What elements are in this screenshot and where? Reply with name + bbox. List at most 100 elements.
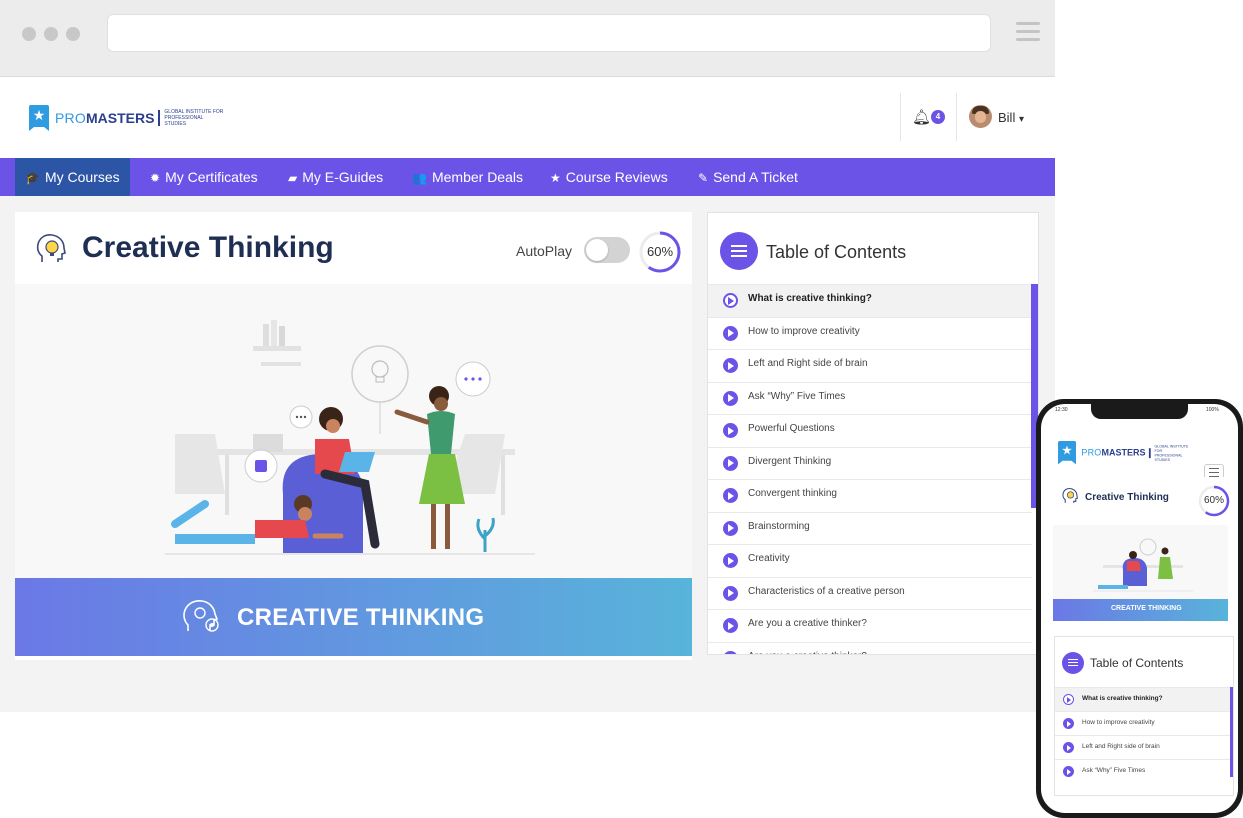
list-icon	[1062, 652, 1084, 674]
phone-header: ★ PRO MASTERS GLOBAL INSTITUTE FOR PROFESS…	[1041, 429, 1238, 482]
promasters-logo[interactable]: ★ PRO MASTERS GLOBAL INSTITUTE FOR PROFESS…	[29, 105, 224, 131]
nav-item-my-courses[interactable]: 🎓 My Courses	[15, 158, 130, 196]
toc-item[interactable]: Ask “Why” Five Times	[1055, 759, 1230, 783]
progress-ring: 60%	[638, 230, 682, 274]
phone-battery: 100%	[1206, 407, 1219, 413]
course-illustration	[15, 284, 692, 578]
address-bar[interactable]	[107, 14, 991, 52]
logo-tagline-line1: GLOBAL INSTITUTE FOR	[1154, 443, 1189, 453]
toc-item-label: How to improve creativity	[1082, 719, 1155, 726]
nav-item-label: My Courses	[44, 169, 120, 185]
table-of-contents: Table of Contents What is creative think…	[707, 212, 1039, 655]
logo-tagline: GLOBAL INSTITUTE FOR PROFESSIONAL STUDIES	[164, 109, 224, 127]
toc-item[interactable]: Creativity	[708, 544, 1032, 577]
nav-item-send-a-ticket[interactable]: ✎ Send A Ticket	[688, 158, 808, 196]
toc-item[interactable]: Left and Right side of brain	[1055, 735, 1230, 759]
toc-item[interactable]: What is creative thinking?	[1055, 687, 1230, 711]
gears-head-icon	[183, 600, 219, 632]
course-title: Creative Thinking	[82, 231, 334, 264]
page: ★ PRO MASTERS GLOBAL INSTITUTE FOR PROFESS…	[0, 77, 1055, 712]
toc-item[interactable]: Are you a creative thinker?	[708, 641, 1032, 654]
toc-item-label: How to improve creativity	[748, 325, 860, 337]
phone-mockup: 12:30 100% ★ PRO MASTERS GLOBAL INSTITUTE…	[1036, 399, 1243, 818]
toc-item-label: Convergent thinking	[748, 488, 837, 499]
nav-item-label: My E-Guides	[302, 169, 384, 185]
autoplay-toggle[interactable]	[584, 237, 630, 263]
browser-menu-icon[interactable]	[1016, 22, 1040, 44]
toc-item[interactable]: Powerful Questions	[708, 414, 1032, 447]
toc-item-label: Left and Right side of brain	[748, 358, 868, 369]
toc-item[interactable]: Ask “Why” Five Times	[708, 381, 1032, 415]
toc-item[interactable]: Left and Right side of brain	[708, 349, 1032, 382]
toc-item[interactable]: Are you a creative thinker?	[708, 609, 1032, 642]
toc-item-label: Ask “Why” Five Times	[1082, 767, 1146, 774]
toc-item[interactable]: What is creative thinking?	[708, 284, 1032, 317]
nav-item-course-reviews[interactable]: ★ Course Reviews	[540, 158, 678, 196]
nav-item-label: Course Reviews	[565, 169, 668, 185]
logo-tagline-line2: PROFESSIONAL STUDIES	[164, 115, 204, 127]
window-dot	[66, 27, 80, 41]
users-icon: 👥	[412, 171, 427, 185]
play-icon	[723, 520, 738, 536]
logo-pro: PRO	[1081, 447, 1102, 458]
toc-item[interactable]: Convergent thinking	[708, 479, 1032, 512]
list-icon	[720, 232, 758, 270]
phone-course-banner: CREATIVE THINKING	[1053, 599, 1228, 621]
toc-header: Table of Contents	[708, 213, 1038, 284]
toc-item-label: What is creative thinking?	[1082, 695, 1163, 702]
user-name: Bill	[998, 110, 1016, 125]
star-icon: ★	[550, 171, 561, 185]
certificate-icon: ✹	[150, 171, 161, 185]
nav-item-label: My Certificates	[165, 169, 258, 185]
nav-item-my-certificates[interactable]: ✹ My Certificates	[140, 158, 268, 196]
toc-item[interactable]: How to improve creativity	[1055, 711, 1230, 735]
play-icon	[723, 618, 738, 633]
edit-icon: ✎	[698, 171, 709, 185]
play-icon	[723, 650, 738, 654]
progress-label: 60%	[646, 244, 674, 259]
phone-progress-label: 60%	[1203, 495, 1224, 506]
course-banner: CREATIVE THINKING	[15, 578, 692, 656]
toc-item[interactable]: Divergent Thinking	[708, 446, 1032, 480]
toc-item[interactable]: Brainstorming	[708, 511, 1032, 545]
nav-item-member-deals[interactable]: 👥 Member Deals	[402, 158, 533, 196]
phone-course-illustration	[1053, 525, 1228, 599]
logo-masters: MASTERS	[1101, 447, 1146, 458]
autoplay-label: AutoPlay	[516, 243, 573, 259]
user-menu[interactable]: Bill ▾	[998, 110, 1024, 125]
logo-badge-icon: ★	[1058, 441, 1076, 465]
play-icon	[1063, 718, 1074, 729]
site-header: ★ PRO MASTERS GLOBAL INSTITUTE FOR PROFESS…	[0, 77, 1055, 158]
logo-tagline-line2: PROFESSIONAL STUDIES	[1154, 452, 1183, 462]
phone-toc-scrollbar[interactable]	[1230, 687, 1233, 777]
chevron-down-icon: ▾	[1018, 114, 1024, 125]
toggle-knob	[586, 239, 608, 261]
stage: ★ PRO MASTERS GLOBAL INSTITUTE FOR PROFESS…	[0, 0, 1243, 818]
window-dot	[22, 27, 36, 41]
play-icon	[723, 553, 738, 568]
nav-item-label: Send A Ticket	[713, 169, 798, 185]
phone-screen: 12:30 100% ★ PRO MASTERS GLOBAL INSTITUTE…	[1041, 404, 1238, 813]
toc-item-label: Are you a creative thinker?	[748, 618, 867, 629]
toc-item-label: Ask “Why” Five Times	[748, 390, 846, 402]
toc-list: What is creative thinking? How to improve…	[708, 284, 1032, 654]
toc-item[interactable]: How to improve creativity	[708, 316, 1032, 350]
toc-item-label: Divergent Thinking	[748, 455, 832, 467]
user-avatar[interactable]	[969, 105, 992, 128]
phone-logo[interactable]: ★ PRO MASTERS GLOBAL INSTITUTE FOR PROFESS…	[1058, 441, 1195, 465]
nav-item-label: Member Deals	[431, 169, 523, 185]
toc-item-label: Creativity	[748, 553, 790, 564]
bell-icon[interactable]: 🔔︎	[912, 108, 931, 126]
play-icon	[723, 585, 738, 601]
header-divider	[900, 93, 901, 141]
toc-item-label: Brainstorming	[748, 520, 810, 532]
toc-item[interactable]: Characteristics of a creative person	[708, 576, 1032, 610]
phone-course-title: Creative Thinking	[1085, 492, 1169, 503]
nav-item-my-e-guides[interactable]: ▰ My E-Guides	[278, 158, 393, 196]
play-icon	[723, 293, 738, 308]
browser-chrome	[0, 0, 1055, 77]
creative-head-icon	[36, 234, 66, 262]
toc-item-label: Left and Right side of brain	[1082, 743, 1160, 750]
toc-title: Table of Contents	[766, 242, 907, 262]
phone-table-of-contents: Table of Contents What is creative think…	[1054, 636, 1234, 796]
